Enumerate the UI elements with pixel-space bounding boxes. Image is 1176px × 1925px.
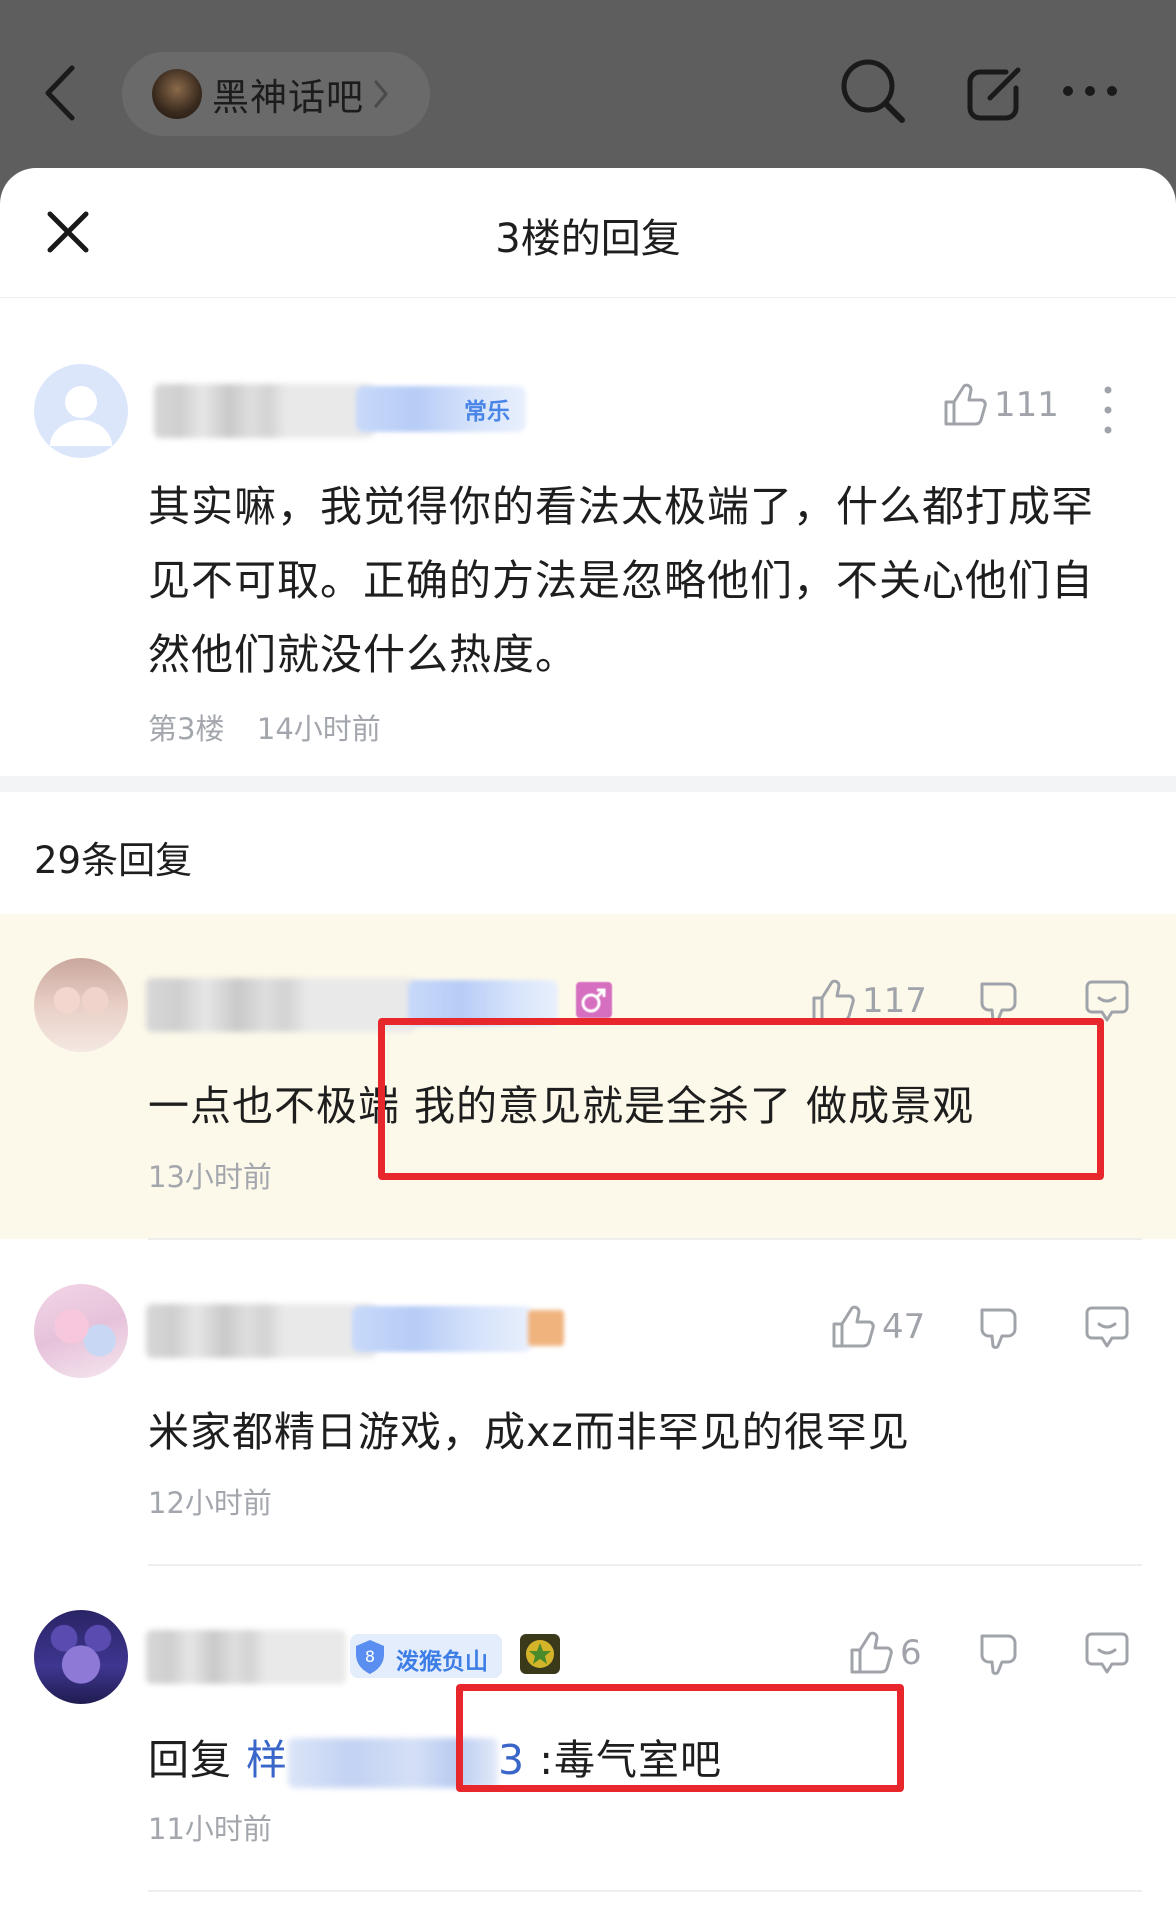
share-icon xyxy=(967,67,1021,121)
reply-time: 11小时前 xyxy=(148,1812,272,1846)
floor-label: 第3楼 xyxy=(148,712,225,746)
annotation-box xyxy=(456,1684,904,1792)
sheet-header: 3楼的回复 xyxy=(0,168,1176,298)
post-content: 其实嘛，我觉得你的看法太极端了，什么都打成罕见不可取。正确的方法是忽略他们，不关… xyxy=(148,482,1095,679)
reply-count-label: 29条回复 xyxy=(34,839,193,882)
shield-icon: 8 xyxy=(356,1640,384,1674)
username-blurred[interactable] xyxy=(146,1630,346,1684)
share-button[interactable] xyxy=(962,62,1026,126)
chevron-left-icon xyxy=(45,65,75,121)
level-badge xyxy=(352,1306,532,1352)
annotation-box xyxy=(378,1018,1104,1180)
like-button[interactable]: 111 xyxy=(942,382,1059,428)
like-button[interactable]: 6 xyxy=(848,1630,922,1676)
thumbs-down-icon xyxy=(980,1634,1017,1675)
screen: 黑神话吧 3楼的回复 常乐 111 其实嘛，我觉得你的看法太极端了，什么都打成罕… xyxy=(0,0,1176,1925)
dislike-button[interactable] xyxy=(976,1630,1022,1676)
username-blurred[interactable] xyxy=(146,978,416,1032)
search-icon xyxy=(841,59,905,123)
like-count: 6 xyxy=(900,1633,922,1673)
avatar[interactable] xyxy=(34,1610,128,1704)
forum-pill[interactable]: 黑神话吧 xyxy=(122,52,430,136)
more-horizontal-icon xyxy=(1063,86,1117,96)
forum-name: 黑神话吧 xyxy=(212,76,364,119)
like-button[interactable]: 47 xyxy=(830,1304,925,1350)
gender-badge xyxy=(576,982,612,1018)
level-badge: 8 泼猴负山 xyxy=(350,1634,502,1678)
svg-text:8: 8 xyxy=(365,1647,375,1666)
more-vertical-icon xyxy=(1104,386,1112,434)
divider xyxy=(148,1564,1142,1566)
thumbs-down-icon xyxy=(980,1308,1017,1349)
divider xyxy=(148,1890,1142,1892)
sheet-title: 3楼的回复 xyxy=(495,216,681,262)
like-count: 111 xyxy=(994,385,1059,425)
thumbs-up-icon xyxy=(850,1631,893,1674)
divider xyxy=(148,1238,1142,1240)
post-meta: 第3楼 14小时前 xyxy=(148,706,381,748)
username-blurred[interactable] xyxy=(154,384,374,438)
reply-time: 13小时前 xyxy=(148,1160,272,1194)
section-divider xyxy=(0,776,1176,792)
comment-bubble-icon xyxy=(1085,1306,1129,1348)
badge-label: 泼猴负山 xyxy=(396,1649,488,1675)
avatar[interactable] xyxy=(34,958,128,1052)
post-time: 14小时前 xyxy=(256,712,381,746)
forum-avatar xyxy=(152,69,202,119)
more-button[interactable] xyxy=(1060,76,1120,106)
rank-badge xyxy=(528,1310,564,1346)
thumbs-up-icon xyxy=(944,383,987,426)
reply-time: 12小时前 xyxy=(148,1486,272,1520)
back-button[interactable] xyxy=(38,58,88,128)
reply-word: 回复 xyxy=(148,1736,232,1784)
avatar[interactable] xyxy=(34,364,128,458)
avatar[interactable] xyxy=(34,1284,128,1378)
mention-start: 样 xyxy=(246,1736,289,1784)
dislike-button[interactable] xyxy=(976,1304,1022,1350)
thumbs-up-icon xyxy=(832,1305,875,1348)
like-count: 47 xyxy=(882,1307,926,1347)
star-medal-icon xyxy=(526,1640,554,1668)
medal-badge xyxy=(520,1634,560,1674)
comment-button[interactable] xyxy=(1084,1304,1130,1350)
top-nav-bar: 黑神话吧 xyxy=(0,0,1176,170)
comment-bubble-icon xyxy=(1085,1632,1129,1674)
male-symbol-icon xyxy=(581,988,606,1013)
reply-text-start: 一点也不极 xyxy=(148,1082,358,1130)
search-button[interactable] xyxy=(838,56,908,126)
default-user-icon xyxy=(50,386,112,446)
like-count: 117 xyxy=(862,981,927,1021)
username-blurred[interactable] xyxy=(146,1304,376,1358)
chevron-right-icon xyxy=(374,80,388,108)
reply-content: 米家都精日游戏，成xz而非罕见的很罕见 xyxy=(148,1408,910,1456)
comment-button[interactable] xyxy=(1084,1630,1130,1676)
post-more-button[interactable] xyxy=(1098,382,1118,438)
badge-label: 常乐 xyxy=(464,399,510,425)
